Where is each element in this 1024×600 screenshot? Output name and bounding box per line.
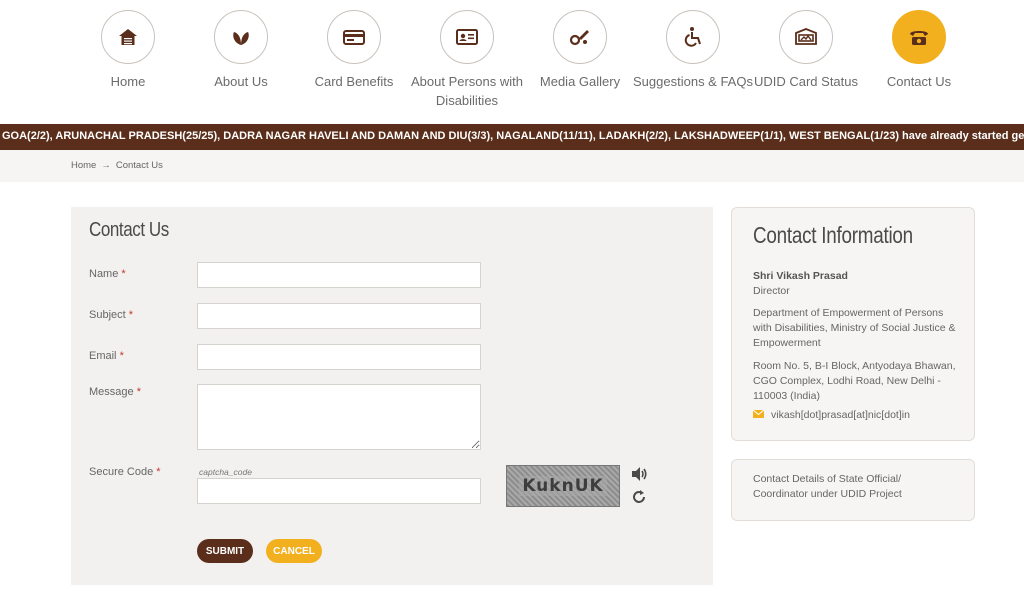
- wheelchair-icon: [666, 10, 720, 64]
- subject-input[interactable]: [197, 303, 481, 329]
- nav-item-udid-card-status[interactable]: UDID Card Status: [746, 10, 866, 91]
- speaker-icon[interactable]: [629, 464, 649, 484]
- id-card-icon: [440, 10, 494, 64]
- breadcrumb-current: Contact Us: [115, 160, 163, 171]
- captcha-text: KuknUK: [519, 476, 607, 496]
- nav-label: Card Benefits: [314, 74, 394, 89]
- nav-label: About Persons with Disabilities: [410, 74, 523, 108]
- nav-label: Contact Us: [886, 74, 952, 89]
- captcha-input[interactable]: [197, 478, 481, 504]
- nav-label: About Us: [214, 74, 268, 89]
- card-status-icon: [779, 10, 833, 64]
- leaf-icon: [214, 10, 268, 64]
- form-title: Contact Us: [89, 219, 169, 241]
- message-label: Message *: [89, 386, 141, 398]
- nav-label: Suggestions & FAQs: [633, 74, 753, 89]
- nav-item-media-gallery[interactable]: Media Gallery: [520, 10, 640, 91]
- nav-item-about-persons-with-disabilities[interactable]: About Persons with Disabilities: [407, 10, 527, 110]
- nav-item-about-us[interactable]: About Us: [181, 10, 301, 91]
- arrow-right-icon: →: [101, 160, 111, 171]
- contact-information-title: Contact Information: [753, 222, 913, 248]
- envelope-icon: [752, 409, 765, 421]
- cancel-button[interactable]: CANCEL: [266, 539, 322, 563]
- main-navigation: Home About Us Card Benefits About Person…: [0, 0, 1024, 122]
- name-input[interactable]: [197, 262, 481, 288]
- secure-code-label: Secure Code *: [89, 466, 161, 478]
- ticker-text: GOA(2/2), ARUNACHAL PRADESH(25/25), DADR…: [2, 130, 1024, 142]
- breadcrumb-home-link[interactable]: Home: [71, 160, 96, 171]
- nav-label: Home: [110, 74, 146, 89]
- contact-department: Department of Empowerment of Persons wit…: [753, 307, 956, 349]
- contact-email[interactable]: vikash[dot]prasad[at]nic[dot]in: [752, 409, 910, 421]
- email-label: Email *: [89, 350, 124, 362]
- card-icon: [327, 10, 381, 64]
- contact-designation: Director: [753, 285, 790, 297]
- nav-item-contact-us[interactable]: Contact Us: [859, 10, 979, 91]
- contact-form: Contact Us Name * Subject * Email * Mess…: [71, 207, 713, 585]
- message-textarea[interactable]: [197, 384, 481, 450]
- captcha-image: KuknUK: [506, 465, 620, 507]
- nav-label: Media Gallery: [539, 74, 621, 89]
- gallery-icon: [553, 10, 607, 64]
- contact-address: Room No. 5, B-I Block, Antyodaya Bhawan,…: [753, 360, 956, 402]
- captcha-hint: captcha_code: [199, 467, 252, 477]
- state-official-contact-label: Contact Details of State Official/ Coord…: [753, 473, 902, 500]
- refresh-icon[interactable]: [629, 487, 649, 507]
- state-official-contact-link[interactable]: Contact Details of State Official/ Coord…: [731, 459, 975, 521]
- email-input[interactable]: [197, 344, 481, 370]
- contact-email-text: vikash[dot]prasad[at]nic[dot]in: [771, 409, 910, 421]
- telephone-icon: [892, 10, 946, 64]
- breadcrumb: Home → Contact Us: [71, 160, 163, 171]
- submit-button[interactable]: SUBMIT: [197, 539, 253, 563]
- nav-item-suggestions-faqs[interactable]: Suggestions & FAQs: [633, 10, 753, 91]
- home-icon: [101, 10, 155, 64]
- name-label: Name *: [89, 268, 126, 280]
- nav-item-card-benefits[interactable]: Card Benefits: [294, 10, 414, 91]
- subject-label: Subject *: [89, 309, 134, 321]
- contact-name: Shri Vikash Prasad: [753, 270, 848, 282]
- announcement-ticker: GOA(2/2), ARUNACHAL PRADESH(25/25), DADR…: [0, 124, 1024, 150]
- nav-label: UDID Card Status: [753, 74, 859, 89]
- contact-information-card: Contact Information Shri Vikash Prasad D…: [731, 207, 975, 441]
- breadcrumb-bar: Home → Contact Us: [0, 150, 1024, 182]
- nav-item-home[interactable]: Home: [68, 10, 188, 91]
